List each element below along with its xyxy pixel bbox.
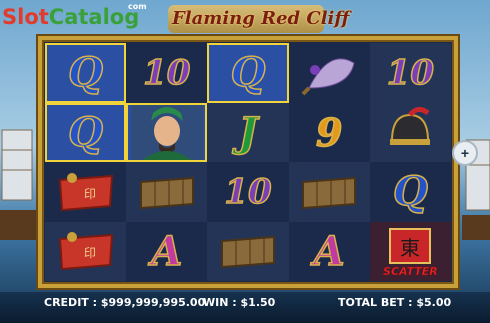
logo-com-text: com bbox=[128, 2, 147, 11]
reel-frame: Q 10 Q 10 Q J 9 印 10 Q 印 A A 東 SCATTER bbox=[38, 36, 458, 288]
symbol-q: Q bbox=[67, 108, 104, 157]
credit-label: CREDIT : bbox=[44, 296, 98, 309]
credit-display: CREDIT : $999,999,995.00 bbox=[44, 296, 205, 309]
scatter-glyph: 東 bbox=[400, 236, 420, 260]
win-display: WIN : $1.50 bbox=[203, 296, 275, 309]
scroll-icon bbox=[139, 176, 194, 209]
symbol-q: Q bbox=[67, 49, 104, 98]
logo-slot-text: Slot bbox=[2, 5, 49, 29]
junk-ship-left bbox=[0, 129, 36, 240]
token-icon: 印 bbox=[58, 172, 113, 211]
scatter-cell: 東 SCATTER bbox=[369, 221, 451, 281]
win-label: WIN : bbox=[203, 296, 237, 309]
reel-cell: Q bbox=[45, 43, 127, 103]
logo-catalog-text: Catalog bbox=[48, 5, 140, 29]
bet-label: TOTAL BET : bbox=[338, 296, 413, 309]
reel-cell: A bbox=[288, 221, 370, 281]
fan-icon bbox=[301, 58, 355, 96]
reel-cell bbox=[207, 221, 289, 281]
symbol-a: A bbox=[313, 227, 346, 276]
reel-cell: A bbox=[126, 221, 208, 281]
slotcatalog-logo: SlotCatalog com bbox=[2, 2, 147, 29]
svg-text:印: 印 bbox=[84, 246, 96, 260]
reel-cell bbox=[369, 102, 451, 162]
reel-cell bbox=[288, 43, 370, 103]
token-icon: 印 bbox=[58, 232, 113, 271]
reel-cell bbox=[126, 162, 208, 222]
credit-value: $999,999,995.00 bbox=[100, 296, 206, 309]
autoplay-toggle-button[interactable]: + bbox=[452, 140, 478, 166]
symbol-a: A bbox=[151, 227, 184, 276]
reel-cell: Q bbox=[207, 43, 289, 103]
symbol-j: J bbox=[238, 108, 258, 157]
reel-cell: 9 bbox=[288, 102, 370, 162]
reel-cell: J bbox=[207, 102, 289, 162]
scroll-icon bbox=[302, 176, 357, 209]
svg-text:印: 印 bbox=[84, 187, 96, 201]
general-portrait-icon bbox=[130, 104, 203, 161]
reel-grid: Q 10 Q 10 Q J 9 印 10 Q 印 A A 東 SCATTER bbox=[45, 43, 451, 281]
reel-cell bbox=[126, 102, 208, 162]
reel-cell: 10 bbox=[207, 162, 289, 222]
reel-cell: 10 bbox=[369, 43, 451, 103]
symbol-10: 10 bbox=[142, 52, 191, 94]
scatter-label: SCATTER bbox=[383, 265, 438, 279]
plus-icon: + bbox=[460, 145, 470, 161]
reel-cell: 10 bbox=[126, 43, 208, 103]
reel-cell bbox=[288, 162, 370, 222]
win-value: $1.50 bbox=[240, 296, 276, 309]
scroll-icon bbox=[220, 236, 275, 269]
bet-display: TOTAL BET : $5.00 bbox=[338, 296, 451, 309]
reel-cell: 印 bbox=[45, 162, 127, 222]
bet-value: $5.00 bbox=[416, 296, 452, 309]
helmet-icon bbox=[390, 107, 431, 146]
symbol-q: Q bbox=[230, 49, 266, 98]
symbol-10: 10 bbox=[224, 171, 273, 213]
game-title: Flaming Red Cliff bbox=[172, 8, 350, 29]
reel-cell: Q bbox=[369, 162, 451, 222]
symbol-9: 9 bbox=[315, 109, 343, 156]
reel-cell: Q bbox=[45, 102, 127, 162]
symbol-q: Q bbox=[392, 168, 428, 217]
reel-cell: 印 bbox=[45, 221, 127, 281]
symbol-10: 10 bbox=[386, 52, 435, 94]
